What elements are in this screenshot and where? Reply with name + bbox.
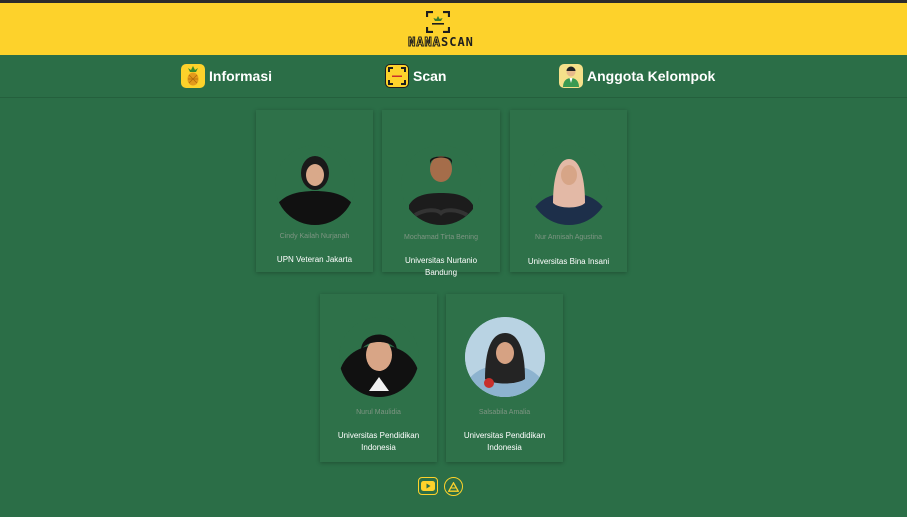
member-name: Cindy Kailah Nurjanah [279,233,350,240]
nav-label-scan: Scan [413,68,447,84]
nav-label-informasi: Informasi [209,68,273,84]
nav-item-informasi[interactable]: Informasi [181,62,272,90]
nav-label-anggota-kelompok: Anggota Kelompok [587,68,716,84]
member-card: Mochamad Tirta Bening Universitas Nurtan… [382,110,500,277]
member-university: Universitas Pendidikan Indonesia [463,431,546,452]
member-avatar [338,317,419,397]
member-avatar [528,145,609,225]
member-card: Salsabila Amalia Universitas Pendidikan … [446,294,563,462]
header-bar: NANASCAN [0,3,907,55]
member-photo [401,125,481,225]
member-name: Mochamad Tirta Bening [404,234,478,241]
scan-icon [385,64,409,88]
member-name: Salsabila Amalia [478,409,531,416]
person-icon [559,64,583,88]
member-photo [528,125,609,225]
main-nav: Informasi Scan Anggota Kelompok [0,55,907,98]
nav-item-scan[interactable]: Scan [385,62,446,90]
footer-social [418,477,466,497]
member-photo [274,125,355,225]
member-university: Universitas Bina Insani [527,257,610,266]
dicoding-icon[interactable] [444,477,463,496]
brand-wordmark: NANASCAN [408,35,474,50]
member-university: UPN Veteran Jakarta [276,255,353,264]
member-photo [464,297,545,397]
member-university: Universitas Pendidikan Indonesia [337,431,420,452]
member-card: Nurul Maulidia Universitas Pendidikan In… [320,294,437,462]
member-university: Universitas Nurtanio Bandung [404,256,478,277]
member-card: Nur Annisah Agustina Universitas Bina In… [510,110,627,272]
member-avatar [464,317,545,397]
pineapple-icon [181,64,205,88]
member-avatar [274,145,355,225]
brand-logo[interactable]: NANASCAN [396,9,486,53]
member-name: Nur Annisah Agustina [535,234,602,241]
member-avatar [401,145,481,225]
scan-frame-logo-icon [426,11,450,33]
nav-item-anggota-kelompok[interactable]: Anggota Kelompok [559,62,715,90]
youtube-icon[interactable] [418,477,438,495]
member-name: Nurul Maulidia [356,409,401,416]
member-card: Cindy Kailah Nurjanah UPN Veteran Jakart… [256,110,373,272]
member-photo [338,297,419,397]
